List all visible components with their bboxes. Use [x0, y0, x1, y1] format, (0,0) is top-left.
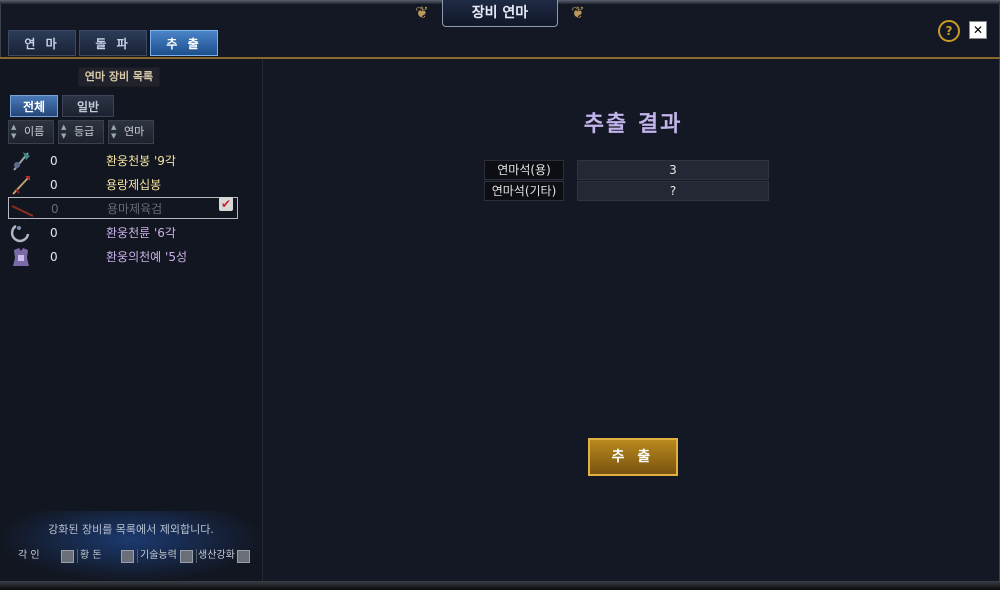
item-count: 0 [50, 154, 58, 168]
result-label: 연마석(용) [484, 160, 564, 180]
list-item[interactable]: 0 환웅천봉 '9각 [8, 150, 238, 172]
equipment-list-panel: 연마 장비 목록 전체 일반 ▲ ▼ 이름 ▲ ▼ 등급 ▲ ▼ 연마 0 환웅천봉 … [0, 59, 263, 581]
checkbox-icon [237, 550, 250, 563]
list-item[interactable]: 0 용랑제십봉 [8, 174, 238, 196]
exclude-hwangdon-checkbox[interactable]: 황 돈 [80, 547, 138, 565]
result-label: 연마석(기타) [484, 181, 564, 201]
exclude-gakin-checkbox[interactable]: 각 인 [18, 547, 78, 565]
sort-name-label: 이름 [24, 125, 45, 138]
item-count: 0 [50, 250, 58, 264]
checkbox-icon [61, 550, 74, 563]
divider [77, 549, 78, 563]
item-count: 0 [50, 226, 58, 240]
exclude-production-label: 생산강화 [198, 550, 235, 561]
tab-breakthrough[interactable]: 돌 파 [79, 30, 147, 56]
divider [196, 549, 197, 563]
tab-extract[interactable]: 추 출 [150, 30, 218, 56]
armor-icon [13, 248, 29, 266]
sort-arrows-icon: ▲ ▼ [11, 123, 17, 140]
window-title: 장비 연마 [442, 0, 558, 27]
halberd-icon [13, 152, 30, 171]
item-name: 환웅천봉 '9각 [106, 154, 176, 168]
list-item[interactable]: 0 환웅천륜 '6각 [8, 222, 238, 244]
title-plate: ❦ 장비 연마 ❦ [400, 0, 600, 28]
item-count: 0 [51, 202, 59, 216]
result-value: ? [577, 181, 769, 201]
result-row: 연마석(용) 3 [484, 160, 770, 180]
extract-button[interactable]: 추 출 [588, 438, 678, 476]
sort-polish-button[interactable]: ▲ ▼ 연마 [108, 120, 154, 144]
item-name: 환웅의천예 '5성 [106, 250, 187, 264]
item-name: 용마제육검 [107, 202, 163, 216]
divider [137, 549, 138, 563]
result-title: 추출 결과 [583, 112, 683, 137]
sort-grade-button[interactable]: ▲ ▼ 등급 [58, 120, 104, 144]
close-button[interactable]: ✕ [969, 21, 987, 39]
exclusion-note: 강화된 장비를 목록에서 제외합니다. [48, 523, 214, 536]
exclude-gakin-label: 각 인 [18, 550, 40, 561]
exclude-production-checkbox[interactable]: 생산강화 [198, 547, 252, 565]
sort-arrows-icon: ▲ ▼ [111, 123, 117, 140]
sort-arrows-icon: ▲ ▼ [61, 123, 67, 140]
item-count: 0 [50, 178, 58, 192]
result-value: 3 [577, 160, 769, 180]
sort-grade-label: 등급 [74, 125, 95, 138]
tab-polish[interactable]: 연 마 [8, 30, 76, 56]
spear-icon [12, 176, 30, 195]
sort-polish-label: 연마 [124, 125, 145, 138]
sword-icon [11, 205, 33, 217]
help-button[interactable]: ? [938, 20, 960, 42]
checkmark-icon: ✔ [219, 197, 233, 211]
sort-name-button[interactable]: ▲ ▼ 이름 [8, 120, 54, 144]
exclusion-panel: 강화된 장비를 목록에서 제외합니다. 각 인 황 돈 기술능력 생산강화 [0, 511, 262, 581]
item-name: 환웅천륜 '6각 [106, 226, 176, 240]
list-item[interactable]: 0 용마제육검 ✔ [8, 197, 238, 219]
ornament-right-icon: ❦ [571, 3, 585, 22]
exclude-skill-label: 기술능력 [140, 550, 177, 561]
checkbox-icon [180, 550, 193, 563]
exclude-hwangdon-label: 황 돈 [80, 550, 102, 561]
filter-all-button[interactable]: 전체 [10, 95, 58, 117]
ornament-left-icon: ❦ [415, 3, 429, 22]
item-name: 용랑제십봉 [106, 178, 162, 192]
filter-normal-button[interactable]: 일반 [62, 95, 114, 117]
list-item[interactable]: 0 환웅의천예 '5성 [8, 246, 238, 268]
list-title: 연마 장비 목록 [78, 67, 160, 87]
checkbox-icon [121, 550, 134, 563]
result-row: 연마석(기타) ? [484, 181, 770, 201]
window-bottom-border [0, 581, 1000, 590]
exclude-skill-checkbox[interactable]: 기술능력 [140, 547, 197, 565]
ring-blade-icon [10, 224, 30, 243]
